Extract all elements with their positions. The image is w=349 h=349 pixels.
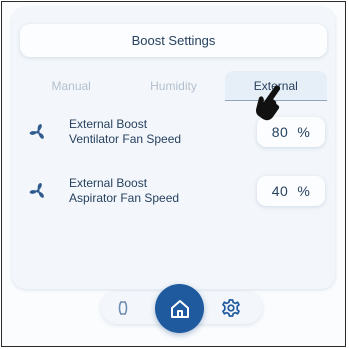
gear-icon[interactable] [219, 297, 243, 319]
aspirator-fan-speed-label: External Boost Aspirator Fan Speed [69, 176, 219, 206]
aspirator-label-line2: Aspirator Fan Speed [69, 191, 180, 205]
tab-manual-label: Manual [51, 79, 91, 93]
device-screen: Boost Settings Manual Humidity External [1, 1, 346, 347]
home-button[interactable] [155, 284, 204, 333]
aspirator-label-line1: External Boost [69, 176, 148, 190]
fan-icon [27, 121, 49, 143]
boost-settings-card: Boost Settings Manual Humidity External [12, 7, 335, 289]
boost-settings-title-button[interactable]: Boost Settings [20, 24, 327, 57]
wind-icon[interactable] [114, 298, 136, 318]
tab-humidity-label: Humidity [150, 79, 197, 93]
tab-humidity[interactable]: Humidity [122, 71, 224, 101]
page-title: Boost Settings [131, 33, 216, 48]
aspirator-fan-speed-value: 40 [271, 183, 289, 199]
hand-cursor-icon [254, 82, 286, 127]
aspirator-fan-speed-row: External Boost Aspirator Fan Speed 40 % [20, 174, 327, 208]
ventilator-fan-speed-label: External Boost Ventilator Fan Speed [69, 117, 219, 147]
ventilator-label-line2: Ventilator Fan Speed [69, 132, 182, 146]
aspirator-fan-speed-unit: % [297, 183, 311, 199]
home-icon [170, 299, 189, 318]
tab-manual[interactable]: Manual [20, 71, 122, 101]
ventilator-fan-speed-unit: % [297, 124, 311, 140]
aspirator-fan-speed-input[interactable]: 40 % [257, 176, 325, 206]
ventilator-label-line1: External Boost [69, 117, 148, 131]
fan-icon [27, 180, 49, 202]
